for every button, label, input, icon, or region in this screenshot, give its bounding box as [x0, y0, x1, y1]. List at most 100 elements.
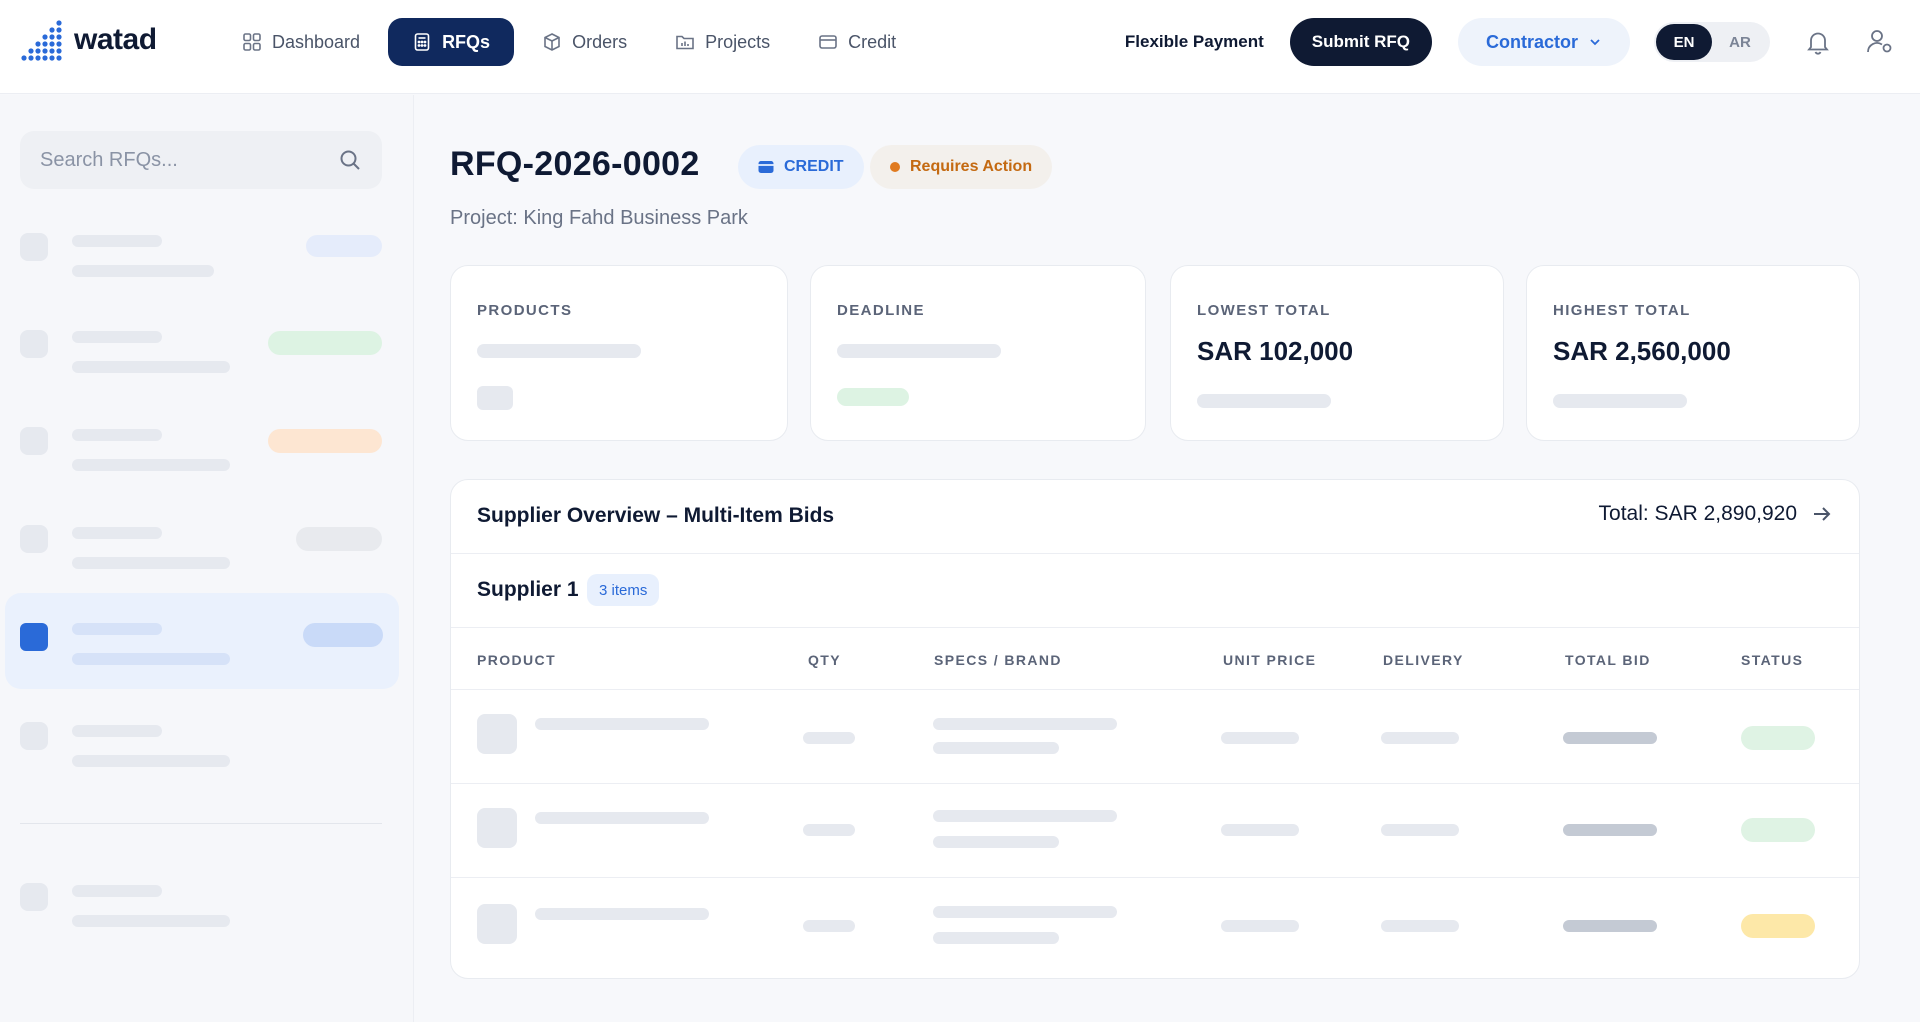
item-subtitle-skeleton [72, 915, 230, 927]
products-label: PRODUCTS [477, 302, 573, 319]
products-count-skeleton [477, 386, 513, 410]
item-thumbnail [20, 722, 48, 750]
brand-skeleton [933, 836, 1059, 848]
column-header-product: PRODUCT [477, 652, 557, 668]
product-thumbnail [477, 714, 517, 754]
header-actions: Flexible Payment Submit RFQ Contractor E… [1125, 18, 1896, 66]
nav-item-orders[interactable]: Orders [522, 18, 647, 66]
column-header-delivery: DELIVERY [1383, 652, 1464, 668]
nav-label: Orders [572, 31, 628, 52]
delivery-skeleton [1381, 824, 1459, 836]
nav-item-dashboard[interactable]: Dashboard [222, 18, 380, 66]
qty-skeleton [803, 824, 855, 836]
highest-total-card: HIGHEST TOTAL SAR 2,560,000 [1526, 265, 1860, 441]
lowest-total-value: SAR 102,000 [1197, 336, 1354, 366]
chevron-down-icon [1590, 39, 1600, 46]
grid-icon [243, 33, 261, 51]
item-title-skeleton [72, 623, 162, 635]
arrow-right-icon [1814, 507, 1831, 521]
unit-price-skeleton [1221, 732, 1299, 744]
nav-label: Projects [705, 31, 771, 52]
nav-label: Dashboard [272, 31, 361, 52]
lang-ar-option[interactable]: AR [1712, 24, 1768, 60]
item-subtitle-skeleton [72, 755, 230, 767]
search-box [20, 131, 382, 189]
top-navigation-bar: watad Dashboard RFQs Orders Projects Cre… [0, 0, 1920, 94]
overview-total-link[interactable]: Total: SAR 2,890,920 [1599, 502, 1833, 526]
status-badge [1741, 914, 1815, 938]
lowest-total-label: LOWEST TOTAL [1197, 302, 1331, 319]
nav-item-rfqs[interactable]: RFQs [388, 18, 515, 66]
nav-label: RFQs [442, 31, 491, 52]
column-header-unit-price: UNIT PRICE [1223, 652, 1317, 668]
supplier-name: Supplier 1 [477, 578, 579, 601]
rfq-detail-panel: RFQ-2026-0002 CREDIT Requires Action Pro… [414, 95, 1920, 1022]
status-badge [303, 623, 383, 647]
supplier-overview-panel: Supplier Overview – Multi-Item Bids Tota… [450, 479, 1860, 979]
items-count-badge: 3 items [587, 574, 660, 606]
products-value-skeleton [477, 344, 641, 358]
item-thumbnail [20, 525, 48, 553]
box-icon [544, 33, 560, 51]
status-dot-icon [890, 162, 900, 172]
brand-logo[interactable]: watad [20, 18, 157, 62]
search-input[interactable] [40, 148, 338, 172]
search-icon[interactable] [338, 148, 362, 172]
item-subtitle-skeleton [72, 361, 230, 373]
nav-item-credit[interactable]: Credit [798, 18, 916, 66]
brand-skeleton [933, 932, 1059, 944]
credit-badge-label: CREDIT [784, 158, 844, 175]
table-row[interactable] [451, 878, 1859, 972]
lang-en-option[interactable]: EN [1656, 24, 1712, 60]
product-name-skeleton [535, 718, 709, 730]
delivery-skeleton [1381, 920, 1459, 932]
calculator-icon [414, 33, 430, 51]
table-header: PRODUCT QTY SPECS / BRAND UNIT PRICE DEL… [451, 628, 1859, 690]
lowest-total-card: LOWEST TOTAL SAR 102,000 [1170, 265, 1504, 441]
highest-total-sub-skeleton [1553, 394, 1687, 408]
products-card: PRODUCTS [450, 265, 788, 441]
item-thumbnail [20, 883, 48, 911]
deadline-value-skeleton [837, 344, 1001, 358]
total-bid-skeleton [1563, 824, 1657, 836]
total-bid-skeleton [1563, 732, 1657, 744]
card-icon [819, 35, 837, 49]
credit-badge: CREDIT [738, 145, 864, 189]
column-header-qty: QTY [808, 652, 841, 668]
role-select-value: Contractor [1485, 31, 1578, 52]
panel-header: Supplier Overview – Multi-Item Bids Tota… [451, 480, 1859, 554]
flexible-payment-link[interactable]: Flexible Payment [1125, 32, 1264, 52]
table-row[interactable] [451, 784, 1859, 878]
total-bid-skeleton [1563, 920, 1657, 932]
status-badge [268, 331, 382, 355]
status-badge [1741, 818, 1815, 842]
item-subtitle-skeleton [72, 459, 230, 471]
deadline-label: DEADLINE [837, 302, 925, 319]
item-title-skeleton [72, 429, 162, 441]
status-badge [296, 527, 382, 551]
notifications-button[interactable] [1802, 26, 1834, 58]
status-badge [306, 235, 382, 257]
unit-price-skeleton [1221, 824, 1299, 836]
nav-item-projects[interactable]: Projects [655, 18, 790, 66]
highest-total-label: HIGHEST TOTAL [1553, 302, 1691, 319]
item-title-skeleton [72, 885, 162, 897]
table-row[interactable] [451, 690, 1859, 784]
product-name-skeleton [535, 812, 709, 824]
specs-skeleton [933, 810, 1117, 822]
product-thumbnail [477, 904, 517, 944]
list-item-selected[interactable] [5, 593, 399, 689]
user-settings-icon [1867, 30, 1892, 53]
role-select[interactable]: Contractor [1458, 18, 1630, 66]
supplier-header[interactable]: Supplier 1 3 items [451, 554, 1859, 628]
status-badge: Requires Action [870, 145, 1053, 189]
chart-folder-icon [676, 35, 694, 50]
brand-skeleton [933, 742, 1059, 754]
project-name: Project: King Fahd Business Park [450, 207, 748, 229]
panel-title: Supplier Overview – Multi-Item Bids [477, 504, 835, 527]
submit-rfq-button[interactable]: Submit RFQ [1289, 18, 1432, 66]
column-header-specs: SPECS / BRAND [934, 652, 1062, 668]
bell-icon [1807, 32, 1829, 55]
profile-button[interactable] [1864, 26, 1896, 58]
item-title-skeleton [72, 235, 162, 247]
